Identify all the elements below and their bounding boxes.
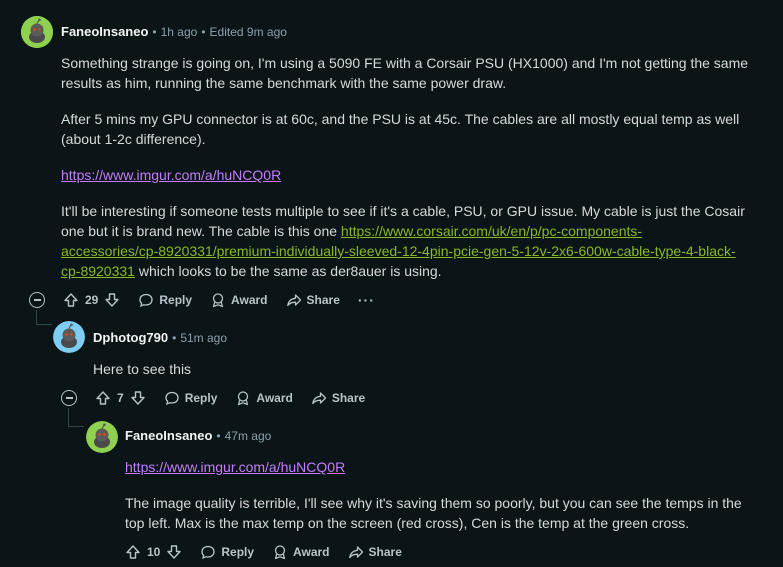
award-button[interactable]: Award <box>272 544 330 560</box>
award-button[interactable]: Award <box>210 292 268 308</box>
vote-controls: 10 <box>125 544 182 560</box>
comment-actions: 10 Reply Award Share <box>125 544 420 560</box>
comment-paragraph: Something strange is going on, I'm using… <box>61 55 749 91</box>
award-button[interactable]: Award <box>235 390 293 406</box>
meta-separator: • <box>201 24 206 39</box>
reply-label: Reply <box>184 391 218 405</box>
corsair-link-part[interactable]: cp-8920331 <box>61 263 135 279</box>
award-label: Award <box>256 391 293 405</box>
award-label: Award <box>231 293 268 307</box>
share-label: Share <box>306 293 340 307</box>
downvote-icon[interactable] <box>130 390 146 406</box>
avatar[interactable] <box>53 321 85 353</box>
vote-count: 10 <box>147 545 161 559</box>
meta-separator: • <box>216 428 221 443</box>
vote-controls: 7 <box>95 390 146 406</box>
snoo-avatar-icon <box>86 421 118 453</box>
comment-paragraph: It'll be interesting if someone tests mu… <box>61 201 761 281</box>
snoo-avatar-icon <box>21 16 53 48</box>
corsair-link-part[interactable]: accessories/cp-8920331/premium-individua… <box>61 243 736 259</box>
downvote-icon[interactable] <box>104 292 120 308</box>
award-icon <box>274 545 286 560</box>
meta-separator: • <box>172 330 177 345</box>
comment-time[interactable]: 47m ago <box>225 429 272 443</box>
share-button[interactable]: Share <box>348 544 402 560</box>
reply-label: Reply <box>221 545 255 559</box>
comment-text: Here to see this <box>93 361 192 377</box>
thread-line <box>36 310 37 324</box>
avatar[interactable] <box>21 16 53 48</box>
imgur-link[interactable]: https://www.imgur.com/a/huNCQ0R <box>125 459 345 475</box>
snoo-avatar-icon <box>53 321 85 353</box>
thread-line <box>68 408 69 426</box>
collapse-icon[interactable] <box>29 292 45 308</box>
award-icon <box>212 293 224 308</box>
vote-count: 29 <box>85 293 99 307</box>
reply-button[interactable]: Reply <box>164 390 218 406</box>
share-arrow-icon <box>311 392 326 405</box>
avatar[interactable] <box>86 421 118 453</box>
comment-time[interactable]: 1h ago <box>161 25 198 39</box>
upvote-icon[interactable] <box>95 390 111 406</box>
award-icon <box>238 391 249 406</box>
corsair-link-part[interactable]: https://www.corsair.com/uk/en/p/pc-compo… <box>341 223 642 239</box>
comment-paragraph: https://www.imgur.com/a/huNCQ0R <box>61 165 761 185</box>
paragraph-text: which looks to be the same as der8auer i… <box>134 263 442 279</box>
reply-bubble-icon <box>201 545 216 560</box>
vote-count: 7 <box>117 391 124 405</box>
upvote-icon[interactable] <box>63 292 79 308</box>
imgur-link[interactable]: https://www.imgur.com/a/huNCQ0R <box>61 167 281 183</box>
share-label: Share <box>331 391 366 405</box>
reply-bubble-icon <box>165 391 179 406</box>
comment-body: https://www.imgur.com/a/huNCQ0R The imag… <box>125 457 755 533</box>
meta-separator: • <box>152 24 157 39</box>
comment-paragraph: The image quality is terrible, I'll see … <box>125 495 742 531</box>
comment-paragraph: https://www.imgur.com/a/huNCQ0R <box>125 457 755 477</box>
award-label: Award <box>293 545 330 559</box>
comment-username[interactable]: FaneoInsaneo <box>125 428 212 443</box>
share-button[interactable]: Share <box>311 390 365 406</box>
comment-body: Something strange is going on, I'm using… <box>61 53 761 281</box>
upvote-icon[interactable] <box>125 544 141 560</box>
comment-time[interactable]: 51m ago <box>180 331 227 345</box>
reply-button[interactable]: Reply <box>138 292 192 308</box>
comment-actions: 7 Reply Award Share <box>61 390 383 406</box>
vote-controls: 29 <box>63 292 120 308</box>
comment-username[interactable]: Dphotog790 <box>93 330 168 345</box>
comment-username[interactable]: FaneoInsaneo <box>61 24 148 39</box>
edited-label: Edited 9m ago <box>209 24 287 39</box>
thread-line-curve <box>36 324 52 325</box>
reply-bubble-icon <box>139 293 154 308</box>
share-label: Share <box>368 545 402 559</box>
downvote-icon[interactable] <box>166 544 182 560</box>
comment-paragraph: After 5 mins my GPU connector is at 60c,… <box>61 111 740 147</box>
more-options-icon[interactable]: ··· <box>358 292 375 308</box>
share-button[interactable]: Share <box>286 292 340 308</box>
thread-line-curve <box>68 426 84 427</box>
reply-label: Reply <box>159 293 193 307</box>
share-arrow-icon <box>348 546 363 559</box>
comment-actions: 29 Reply Award Share ··· <box>29 292 393 308</box>
reply-button[interactable]: Reply <box>200 544 254 560</box>
collapse-icon[interactable] <box>61 390 77 406</box>
share-arrow-icon <box>286 294 301 307</box>
